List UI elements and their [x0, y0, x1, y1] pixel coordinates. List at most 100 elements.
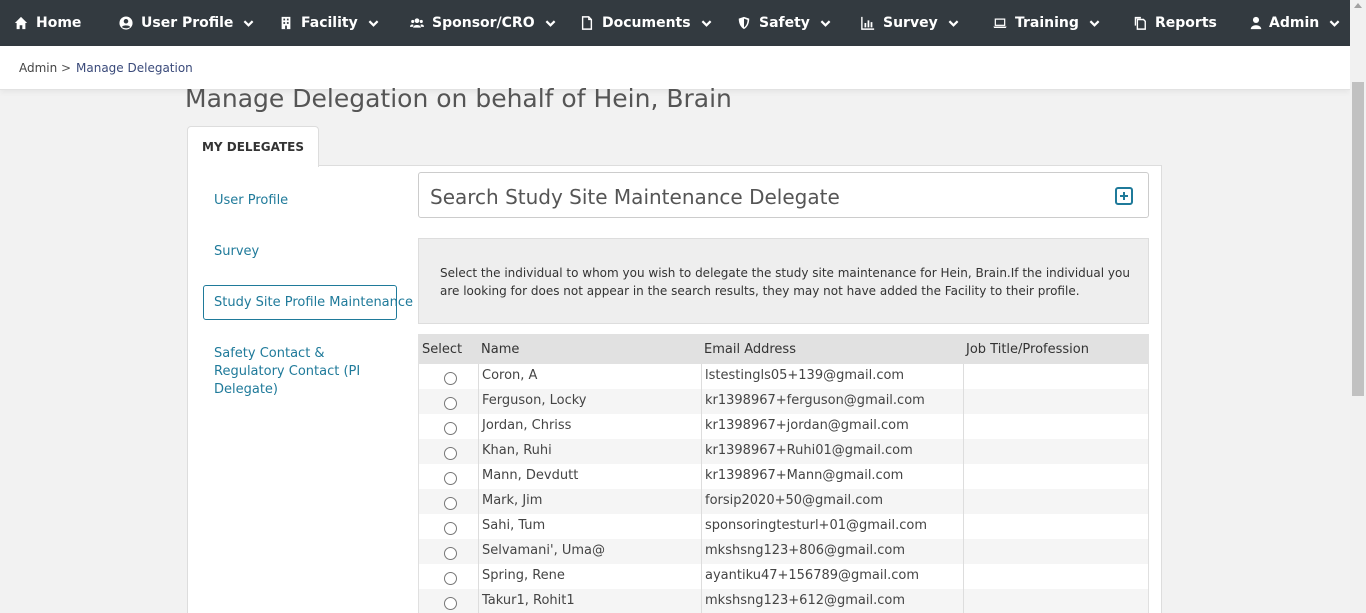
cell-email: lstestingls05+139@gmail.com	[705, 368, 905, 383]
column-divider	[701, 539, 702, 564]
info-box: Select the individual to whom you wish t…	[418, 238, 1149, 324]
sidebar-item-study-site-profile-maintenance[interactable]: Study Site Profile Maintenance	[203, 285, 413, 320]
select-radio[interactable]	[444, 522, 457, 535]
column-divider	[478, 389, 479, 414]
column-divider	[478, 539, 479, 564]
column-divider	[963, 489, 964, 514]
breadcrumb-current: Manage Delegation	[76, 61, 193, 75]
nav-survey[interactable]: Survey	[861, 0, 959, 46]
cell-email: ayantiku47+156789@gmail.com	[705, 568, 920, 583]
nav-facility[interactable]: Facility	[279, 0, 379, 46]
plus-square-icon[interactable]	[1115, 187, 1133, 205]
nav-safety[interactable]: Safety	[737, 0, 831, 46]
shield-icon	[738, 16, 750, 30]
chevron-down-icon	[820, 19, 831, 27]
column-divider	[701, 364, 702, 389]
chevron-down-icon	[545, 19, 556, 27]
column-divider	[701, 389, 702, 414]
chevron-down-icon	[1089, 19, 1100, 27]
chevron-down-icon	[1329, 19, 1340, 27]
column-divider	[963, 389, 964, 414]
column-divider	[963, 364, 964, 389]
column-divider	[701, 589, 702, 613]
cell-name: Selvamani', Uma@	[482, 543, 605, 558]
cell-name: Khan, Ruhi	[482, 443, 552, 458]
nav-admin[interactable]: Admin	[1249, 0, 1340, 46]
cell-email: mkshsng123+806@gmail.com	[705, 543, 905, 558]
column-divider	[478, 589, 479, 613]
home-icon	[14, 16, 28, 30]
nav-sponsor-cro[interactable]: Sponsor/CRO	[410, 0, 556, 46]
nav-reports[interactable]: Reports	[1133, 0, 1217, 46]
table-row[interactable]: Mann, Devdutt kr1398967+Mann@gmail.com	[418, 464, 1149, 489]
table-row[interactable]: Khan, Ruhi kr1398967+Ruhi01@gmail.com	[418, 439, 1149, 464]
table-row[interactable]: Spring, Rene ayantiku47+156789@gmail.com	[418, 564, 1149, 589]
nav-user-profile[interactable]: User Profile	[119, 0, 254, 46]
breadcrumb-separator: >	[61, 61, 72, 75]
table-row[interactable]: Sahi, Tum sponsoringtesturl+01@gmail.com	[418, 514, 1149, 539]
select-radio[interactable]	[444, 422, 457, 435]
column-divider	[963, 439, 964, 464]
user-icon	[1250, 16, 1262, 30]
column-divider	[478, 514, 479, 539]
nav-documents-label: Documents	[602, 15, 691, 31]
user-circle-icon	[119, 16, 133, 30]
cell-email: mkshsng123+612@gmail.com	[705, 593, 905, 608]
cell-email: forsip2020+50@gmail.com	[705, 493, 884, 508]
column-divider	[478, 364, 479, 389]
cell-name: Coron, A	[482, 368, 538, 383]
select-radio[interactable]	[444, 572, 457, 585]
column-divider	[478, 414, 479, 439]
cell-email: kr1398967+Mann@gmail.com	[705, 468, 904, 483]
sidebar-item-user-profile[interactable]: User Profile	[214, 192, 288, 210]
table-row[interactable]: Selvamani', Uma@ mkshsng123+806@gmail.com	[418, 539, 1149, 564]
scroll-up-arrow-icon[interactable]	[1354, 3, 1362, 8]
select-radio[interactable]	[444, 372, 457, 385]
tab-my-delegates[interactable]: MY DELEGATES	[187, 126, 319, 167]
header-name: Name	[481, 342, 520, 357]
column-divider	[963, 464, 964, 489]
select-radio[interactable]	[444, 547, 457, 560]
select-radio[interactable]	[444, 597, 457, 610]
column-divider	[478, 489, 479, 514]
header-email: Email Address	[704, 342, 796, 357]
select-radio[interactable]	[444, 497, 457, 510]
nav-user-profile-label: User Profile	[141, 15, 234, 31]
select-radio[interactable]	[444, 397, 457, 410]
info-text: Select the individual to whom you wish t…	[440, 266, 1130, 298]
cell-email: kr1398967+ferguson@gmail.com	[705, 393, 925, 408]
column-divider	[478, 564, 479, 589]
nav-training-label: Training	[1015, 15, 1079, 31]
nav-sponsor-cro-label: Sponsor/CRO	[432, 15, 535, 31]
nav-reports-label: Reports	[1155, 15, 1217, 31]
nav-facility-label: Facility	[301, 15, 358, 31]
nav-documents[interactable]: Documents	[580, 0, 712, 46]
column-divider	[701, 564, 702, 589]
sidebar-item-survey[interactable]: Survey	[214, 243, 259, 261]
column-divider	[701, 414, 702, 439]
table-row[interactable]: Ferguson, Locky kr1398967+ferguson@gmail.…	[418, 389, 1149, 414]
search-delegate-header: Search Study Site Maintenance Delegate	[418, 172, 1149, 218]
search-title: Search Study Site Maintenance Delegate	[430, 185, 840, 209]
select-radio[interactable]	[444, 472, 457, 485]
breadcrumb-admin-link[interactable]: Admin	[19, 61, 57, 75]
column-divider	[701, 489, 702, 514]
nav-safety-label: Safety	[759, 15, 810, 31]
header-select: Select	[422, 342, 463, 357]
sidebar-item-safety-regulatory-contact[interactable]: Safety Contact & Regulatory Contact (PI …	[214, 345, 394, 399]
scroll-thumb[interactable]	[1352, 82, 1364, 396]
table-row[interactable]: Coron, A lstestingls05+139@gmail.com	[418, 364, 1149, 389]
copy-icon	[1134, 16, 1146, 30]
cell-name: Takur1, Rohit1	[482, 593, 575, 608]
column-divider	[701, 439, 702, 464]
nav-training[interactable]: Training	[993, 0, 1100, 46]
nav-home[interactable]: Home	[14, 0, 81, 46]
cell-name: Spring, Rene	[482, 568, 565, 583]
table-row[interactable]: Mark, Jim forsip2020+50@gmail.com	[418, 489, 1149, 514]
column-divider	[963, 414, 964, 439]
column-divider	[963, 539, 964, 564]
table-row[interactable]: Jordan, Chriss kr1398967+jordan@gmail.com	[418, 414, 1149, 439]
select-radio[interactable]	[444, 447, 457, 460]
page-scrollbar[interactable]	[1350, 0, 1366, 613]
table-row[interactable]: Takur1, Rohit1 mkshsng123+612@gmail.com	[418, 589, 1149, 613]
